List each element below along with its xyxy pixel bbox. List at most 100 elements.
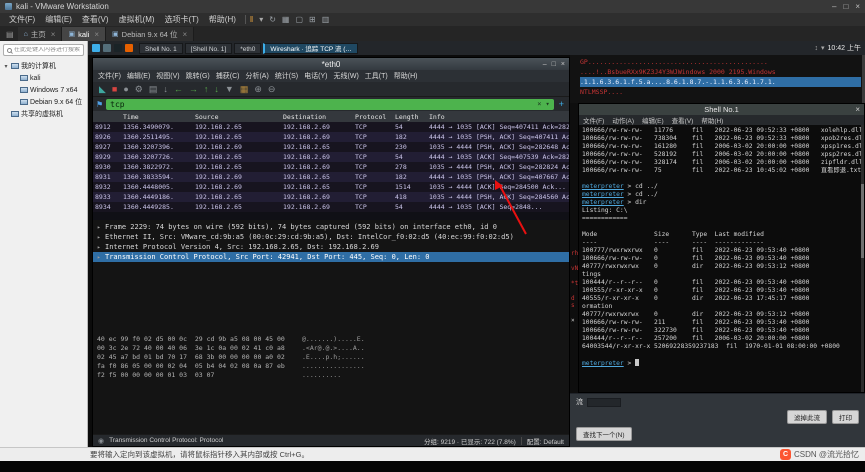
sidebar-vm-item[interactable]: Windows 7 x64 (0, 84, 87, 96)
fullscreen-icon[interactable]: ▢ (295, 15, 303, 24)
filter-bookmark-icon[interactable]: ⚑ (96, 100, 103, 109)
wireshark-menu-item[interactable]: 分析(A) (242, 71, 271, 81)
vmware-menu-item[interactable]: 查看(V) (77, 14, 114, 25)
vmware-tab[interactable]: ▣ Debian 9.x 64 位 × (106, 27, 195, 41)
tcp-stream-content[interactable]: GP......................................… (570, 55, 865, 103)
protocol-detail-row[interactable]: ▸ Transmission Control Protocol, Src Port… (93, 252, 569, 262)
close-icon[interactable]: × (855, 2, 860, 11)
shell-menu-item[interactable]: 查看(V) (668, 115, 698, 125)
terminal-icon[interactable] (114, 44, 122, 52)
stop-capture-icon[interactable]: ■ (112, 84, 117, 94)
network-icon[interactable]: ↕ (815, 45, 819, 52)
library-toggle-icon[interactable]: ▤ (2, 30, 18, 41)
vmware-tab[interactable]: ▣ kali × (62, 27, 107, 41)
expander-icon[interactable]: ▸ (97, 234, 105, 241)
packet-row[interactable]: 8933 1360.4449186. 192.168.2.65 192.168.2.6… (93, 192, 569, 202)
save-file-icon[interactable]: ↓ (163, 84, 168, 94)
files-icon[interactable] (103, 44, 111, 52)
column-header-length[interactable]: Length (393, 113, 427, 121)
snapshot-icon[interactable]: ↻ (269, 15, 276, 24)
filter-dropdown-icon[interactable]: ▾ (546, 100, 550, 108)
column-header-destination[interactable]: Destination (281, 113, 353, 121)
filter-add-icon[interactable]: + (557, 99, 566, 109)
kali-menu-icon[interactable] (92, 44, 100, 52)
console-view-icon[interactable]: ▥ (322, 15, 330, 24)
vmware-menu-item[interactable]: 帮助(H) (204, 14, 241, 25)
unity-icon[interactable]: ⊞ (309, 15, 316, 24)
tab-close-icon[interactable]: × (51, 30, 56, 39)
colorize-icon[interactable]: ▦ (240, 84, 249, 94)
print-button[interactable]: 打印 (832, 410, 859, 424)
zoom-in-icon[interactable]: ⊕ (254, 84, 262, 94)
open-file-icon[interactable]: ▤ (149, 84, 158, 94)
find-next-button[interactable]: 查找下一个(N) (576, 427, 632, 441)
go-top-icon[interactable]: ↑ (204, 84, 209, 94)
shell-menu-item[interactable]: 帮助(H) (697, 115, 727, 125)
start-capture-icon[interactable]: ◣ (99, 84, 106, 94)
restart-capture-icon[interactable]: ● (123, 84, 128, 94)
expander-icon[interactable]: ▸ (97, 244, 105, 251)
vmware-menu-item[interactable]: 虚拟机(M) (114, 14, 160, 25)
close-icon[interactable]: × (561, 61, 565, 68)
taskbar-window-button[interactable]: Shell No. 1 (139, 42, 183, 54)
zoom-out-icon[interactable]: ⊖ (268, 84, 276, 94)
shell-titlebar[interactable]: Shell No.1 × (579, 104, 864, 115)
hex-row[interactable]: fa f0 86 05 00 00 02 04 05 b4 04 02 08 0… (97, 362, 565, 371)
tray-arrow-icon[interactable]: ▾ (821, 44, 825, 52)
maximize-icon[interactable]: □ (843, 2, 848, 11)
terminal-output[interactable]: 100666/rw-rw-rw- 11776 fil 2022-06-23 09… (579, 125, 864, 392)
library-search[interactable] (3, 44, 84, 56)
capture-options-icon[interactable]: ⚙ (135, 84, 143, 94)
expander-icon[interactable]: ▸ (97, 254, 105, 261)
close-icon[interactable]: × (855, 105, 860, 114)
wireshark-menu-item[interactable]: 工具(T) (362, 71, 391, 81)
vmware-menu-item[interactable]: 文件(F) (4, 14, 40, 25)
display-filter-input[interactable]: tcp × ▾ (106, 98, 554, 110)
capture-file-icon[interactable]: ◉ (98, 437, 104, 445)
status-profile[interactable]: 配置: Default (527, 436, 564, 446)
sidebar-vm-item[interactable]: kali (0, 72, 87, 84)
column-header-info[interactable]: Info (427, 113, 569, 121)
packet-row[interactable]: 8927 1360.3207396. 192.168.2.69 192.168.2.6… (93, 142, 569, 152)
minimize-icon[interactable]: – (543, 61, 547, 68)
packet-row[interactable]: 8912 1356.3490079. 192.168.2.65 192.168.2.6… (93, 122, 569, 132)
hex-row[interactable]: 00 3c 2e 72 40 00 40 06 3e 1c 0a 00 02 4… (97, 344, 565, 353)
wireshark-titlebar[interactable]: *eth0 – □ × (93, 58, 569, 70)
column-header-source[interactable]: Source (193, 113, 281, 121)
wireshark-menu-item[interactable]: 电话(Y) (301, 71, 330, 81)
packet-row[interactable]: 8926 1360.2511495. 192.168.2.65 192.168.2.6… (93, 132, 569, 142)
taskbar-window-button[interactable]: *eth0 (234, 42, 262, 54)
hex-row[interactable]: 40 ec 99 f0 02 d5 00 0c 29 cd 9b a5 08 0… (97, 335, 565, 344)
maximize-icon[interactable]: □ (552, 61, 556, 68)
wireshark-menu-item[interactable]: 无线(W) (331, 71, 362, 81)
protocol-detail-row[interactable]: ▸ Internet Protocol Version 4, Src: 192.1… (93, 242, 569, 252)
wireshark-menu-item[interactable]: 视图(V) (153, 71, 182, 81)
filter-clear-icon[interactable]: × (537, 100, 541, 108)
vmware-menu-item[interactable]: 选项卡(T) (160, 14, 204, 25)
wireshark-menu-item[interactable]: 捕获(C) (213, 71, 243, 81)
sidebar-vm-item[interactable]: Debian 9.x 64 位 (0, 96, 87, 108)
expander-icon[interactable]: ▸ (97, 224, 105, 231)
go-forward-icon[interactable]: → (189, 84, 198, 94)
shell-menu-item[interactable]: 文件(F) (579, 115, 608, 125)
packet-row[interactable]: 8929 1360.3207726. 192.168.2.65 192.168.2.6… (93, 152, 569, 162)
taskbar-window-button[interactable]: Wireshark · 追踪 TCP 流 (tc... (263, 42, 359, 54)
hex-row[interactable]: f2 f5 00 00 00 00 01 03 03 07.......... (97, 371, 565, 380)
scrollbar[interactable] (861, 125, 864, 392)
taskbar-window-button[interactable]: [Shell No. 1] (184, 42, 233, 54)
column-header-time[interactable]: Time (121, 113, 193, 121)
packet-row[interactable]: 8930 1360.3822972. 192.168.2.65 192.168.2.6… (93, 162, 569, 172)
tab-close-icon[interactable]: × (183, 30, 188, 39)
sidebar-vm-item[interactable]: ▾ 我的计算机 (0, 60, 87, 72)
firefox-icon[interactable] (125, 44, 133, 52)
column-header-protocol[interactable]: Protocol (353, 113, 393, 121)
shell-menu-item[interactable]: 编辑(E) (638, 115, 668, 125)
go-bottom-icon[interactable]: ↓ (214, 84, 219, 94)
vmware-menu-item[interactable]: 编辑(E) (40, 14, 77, 25)
minimize-icon[interactable]: – (832, 2, 836, 11)
hex-row[interactable]: 02 45 a7 bd 01 bd 70 17 68 3b 00 00 00 0… (97, 353, 565, 362)
suspend-vm-icon[interactable]: ‖ (250, 15, 253, 24)
search-input[interactable] (14, 47, 80, 53)
vmware-tab[interactable]: ⌂ 主页 × (17, 27, 63, 41)
protocol-detail-row[interactable]: ▸ Frame 2229: 74 bytes on wire (592 bits)… (93, 222, 569, 232)
